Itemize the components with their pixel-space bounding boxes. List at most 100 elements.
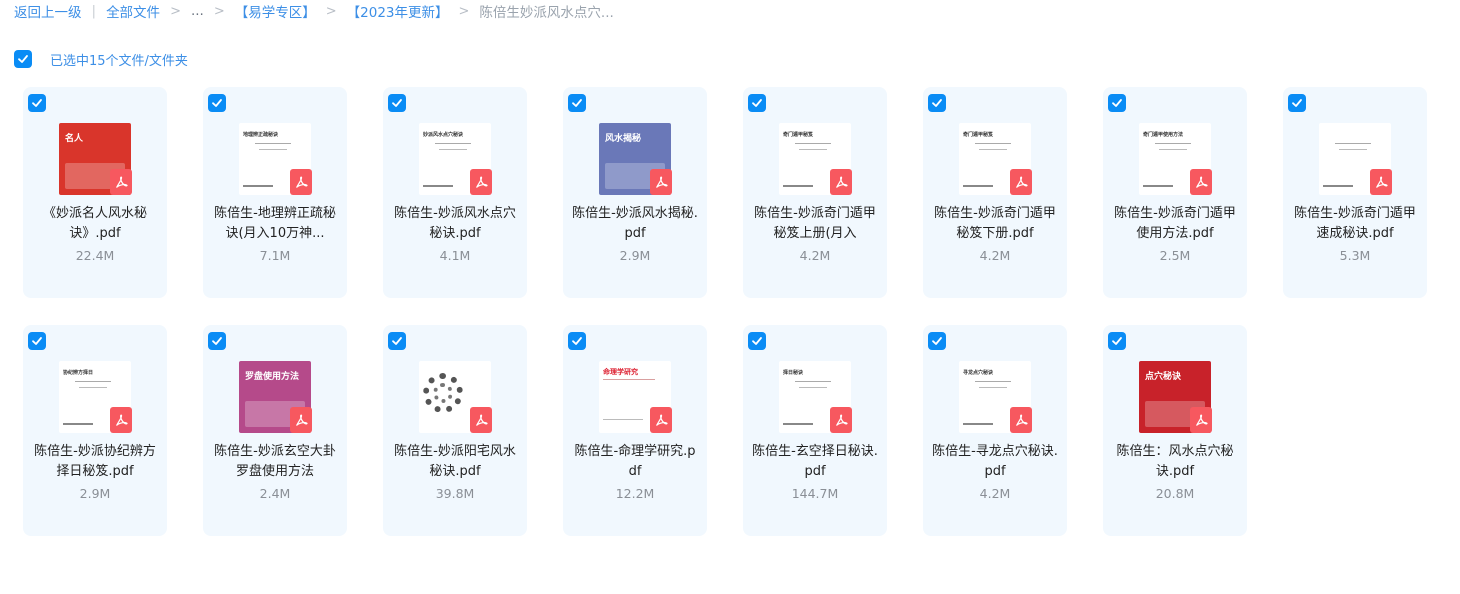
file-name[interactable]: 陈倍生-妙派奇门遁甲秘笈上册(月入 [751,204,879,246]
pdf-icon [1010,407,1032,433]
thumbnail-title: 择日秘诀 [783,370,804,376]
file-size: 2.9M [79,486,111,501]
thumbnail-title: 地理辨正疏秘诀 [243,132,279,138]
breadcrumb-all-files[interactable]: 全部文件 [106,1,160,21]
acrobat-icon [1195,176,1208,188]
thumbnail-title: 奇门遁甲使用方法 [1143,132,1184,138]
thumbnail-title: 奇门遁甲秘笈 [783,132,814,138]
file-checkbox[interactable] [1108,332,1126,350]
file-card[interactable]: 陈倍生-妙派阳宅风水秘诀.pdf 39.8M [383,325,527,536]
file-checkbox[interactable] [748,94,766,112]
file-name[interactable]: 陈倍生-妙派奇门遁甲使用方法.pdf [1111,204,1239,246]
file-name[interactable]: 陈倍生-妙派奇门遁甲速成秘诀.pdf [1291,204,1419,246]
file-size: 20.8M [1155,486,1195,501]
thumbnail-title: 名人 [65,134,84,144]
checkmark-icon [572,99,582,107]
acrobat-icon [475,176,488,188]
breadcrumb-ellipsis[interactable]: ... [191,3,204,19]
acrobat-icon [655,176,668,188]
file-checkbox[interactable] [208,94,226,112]
file-card[interactable]: 点穴秘诀 陈倍生：风水点穴秘诀.pdf 20.8M [1103,325,1247,536]
file-checkbox[interactable] [568,94,586,112]
checkmark-icon [32,99,42,107]
file-size: 39.8M [435,486,475,501]
file-name[interactable]: 陈倍生-妙派风水揭秘.pdf [571,204,699,246]
acrobat-icon [115,414,128,426]
file-card[interactable]: 择日秘诀 陈倍生-玄空择日秘诀.pdf 144.7M [743,325,887,536]
checkmark-icon [752,337,762,345]
breadcrumb: 返回上一级 | 全部文件 > ... > 【易学专区】 > 【2023年更新】 … [14,1,614,21]
file-card[interactable]: 协纪辨方择日 陈倍生-妙派协纪辨方择日秘笈.pdf 2.9M [23,325,167,536]
thumbnail-title: 协纪辨方择日 [63,370,94,376]
file-card[interactable]: 名人 《妙派名人风水秘诀》.pdf 22.4M [23,87,167,298]
file-checkbox[interactable] [748,332,766,350]
file-card[interactable]: 奇门遁甲使用方法 陈倍生-妙派奇门遁甲使用方法.pdf 2.5M [1103,87,1247,298]
checkmark-icon [1112,99,1122,107]
pdf-icon [1010,169,1032,195]
file-size: 144.7M [791,486,839,501]
thumbnail-title: 奇门遁甲秘笈 [963,132,994,138]
file-card[interactable]: 风水揭秘 陈倍生-妙派风水揭秘.pdf 2.9M [563,87,707,298]
file-card[interactable]: 罗盘使用方法 陈倍生-妙派玄空大卦罗盘使用方法 2.4M [203,325,347,536]
file-card[interactable]: 妙派风水点穴秘诀 陈倍生-妙派风水点穴秘诀.pdf 4.1M [383,87,527,298]
file-name[interactable]: 陈倍生-地理辨正疏秘诀(月入10万神... [211,204,339,246]
acrobat-icon [835,176,848,188]
pdf-icon [830,169,852,195]
breadcrumb-divider: | [91,3,97,19]
file-checkbox[interactable] [28,94,46,112]
file-name[interactable]: 陈倍生-寻龙点穴秘诀.pdf [931,442,1059,484]
file-card[interactable]: 奇门遁甲秘笈 陈倍生-妙派奇门遁甲秘笈下册.pdf 4.2M [923,87,1067,298]
file-name[interactable]: 陈倍生：风水点穴秘诀.pdf [1111,442,1239,484]
thumbnail-title: 妙派风水点穴秘诀 [423,132,464,138]
file-card[interactable]: 陈倍生-妙派奇门遁甲速成秘诀.pdf 5.3M [1283,87,1427,298]
file-checkbox[interactable] [1108,94,1126,112]
file-size: 12.2M [615,486,655,501]
file-size: 4.2M [979,248,1011,263]
checkmark-icon [572,337,582,345]
checkmark-icon [212,337,222,345]
pdf-icon [110,169,132,195]
acrobat-icon [1375,176,1388,188]
thumbnail-title: 风水揭秘 [605,134,642,144]
acrobat-icon [1015,176,1028,188]
file-name[interactable]: 陈倍生-妙派玄空大卦罗盘使用方法 [211,442,339,484]
file-checkbox[interactable] [928,332,946,350]
pdf-icon [290,407,312,433]
acrobat-icon [655,414,668,426]
file-name[interactable]: 陈倍生-妙派阳宅风水秘诀.pdf [391,442,519,484]
file-checkbox[interactable] [28,332,46,350]
file-checkbox[interactable] [1288,94,1306,112]
file-name[interactable]: 陈倍生-玄空择日秘诀.pdf [751,442,879,484]
checkmark-icon [212,99,222,107]
file-card[interactable]: 寻龙点穴秘诀 陈倍生-寻龙点穴秘诀.pdf 4.2M [923,325,1067,536]
back-link[interactable]: 返回上一级 [14,1,82,21]
breadcrumb-yixue-zone[interactable]: 【易学专区】 [235,1,316,21]
file-size: 2.4M [259,486,291,501]
file-name[interactable]: 《妙派名人风水秘诀》.pdf [31,204,159,246]
file-name[interactable]: 陈倍生-妙派奇门遁甲秘笈下册.pdf [931,204,1059,246]
thumbnail-title: 点穴秘诀 [1145,372,1182,382]
file-checkbox[interactable] [388,94,406,112]
file-card[interactable]: 地理辨正疏秘诀 陈倍生-地理辨正疏秘诀(月入10万神... 7.1M [203,87,347,298]
breadcrumb-2023-update[interactable]: 【2023年更新】 [347,1,449,21]
checkmark-icon [392,337,402,345]
select-all-checkbox[interactable] [14,50,32,68]
file-card[interactable]: 命理学研究 陈倍生-命理学研究.pdf 12.2M [563,325,707,536]
checkmark-icon [1112,337,1122,345]
file-size: 4.2M [979,486,1011,501]
file-checkbox[interactable] [928,94,946,112]
file-name[interactable]: 陈倍生-妙派协纪辨方择日秘笈.pdf [31,442,159,484]
file-card[interactable]: 奇门遁甲秘笈 陈倍生-妙派奇门遁甲秘笈上册(月入 4.2M [743,87,887,298]
file-size: 4.1M [439,248,471,263]
thumbnail-title: 寻龙点穴秘诀 [963,370,994,376]
checkmark-icon [1292,99,1302,107]
file-checkbox[interactable] [568,332,586,350]
thumbnail-title: 罗盘使用方法 [245,372,300,382]
file-name[interactable]: 陈倍生-命理学研究.pdf [571,442,699,484]
file-checkbox[interactable] [208,332,226,350]
file-name[interactable]: 陈倍生-妙派风水点穴秘诀.pdf [391,204,519,246]
file-size: 22.4M [75,248,115,263]
file-checkbox[interactable] [388,332,406,350]
file-size: 4.2M [799,248,831,263]
pdf-icon [1370,169,1392,195]
